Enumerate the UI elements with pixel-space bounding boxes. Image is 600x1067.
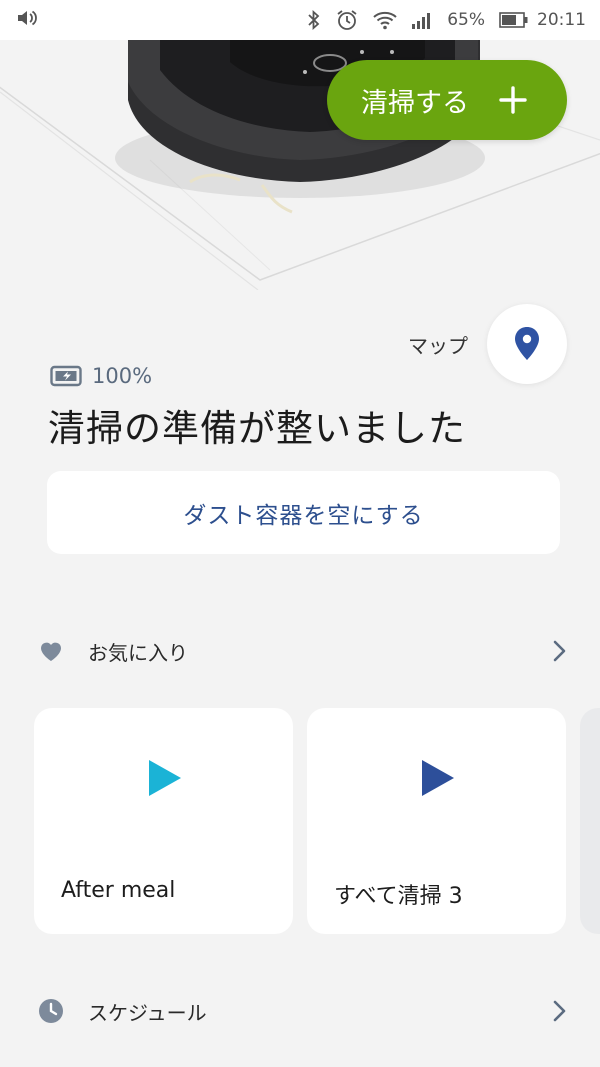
clean-button[interactable]: 清掃する	[327, 60, 567, 140]
play-icon-shape	[149, 760, 181, 796]
volume-icon	[16, 8, 38, 33]
robot-battery-level: 100%	[92, 364, 153, 388]
chevron-right-icon	[553, 640, 566, 662]
favorites-label: お気に入り	[88, 640, 188, 665]
bluetooth-icon	[307, 10, 321, 30]
clock: 20:11	[537, 10, 586, 30]
favorite-card-label: すべて清掃 3	[334, 884, 463, 909]
battery-charging-icon	[50, 365, 82, 387]
empty-bin-button[interactable]: ダスト容器を空にする	[47, 471, 560, 554]
schedule-header[interactable]: スケジュール	[0, 986, 600, 1036]
clean-button-label: 清掃する	[361, 87, 469, 119]
plus-icon	[499, 86, 527, 114]
play-icon	[149, 760, 181, 796]
status-bar: 65% 20:11	[0, 0, 600, 40]
alarm-icon	[335, 9, 359, 31]
chevron-right-icon	[553, 1000, 566, 1022]
map-pin-icon	[515, 327, 539, 360]
wifi-icon	[373, 10, 397, 30]
play-icon	[422, 760, 454, 796]
map-label: マップ	[408, 334, 468, 358]
heart-icon	[38, 638, 64, 664]
schedule-label: スケジュール	[88, 1000, 207, 1025]
battery-percentage: 65%	[447, 10, 485, 30]
home-screen: 65% 20:11 清掃する マップ 100% 清掃の準備が整いました ダスト容…	[0, 0, 600, 1067]
clock-icon	[38, 998, 64, 1024]
play-icon-shape	[422, 760, 454, 796]
battery-icon	[499, 11, 529, 29]
robot-status-title: 清掃の準備が整いました	[48, 407, 466, 450]
robot-battery-status: 100%	[50, 364, 152, 388]
map-button[interactable]	[487, 304, 567, 384]
favorite-card-next-peek[interactable]	[580, 708, 600, 934]
favorites-header[interactable]: お気に入り	[0, 626, 600, 676]
signal-icon	[411, 10, 433, 30]
favorite-card-label: After meal	[61, 878, 176, 903]
favorite-card-clean-all[interactable]: すべて清掃 3	[307, 708, 566, 934]
favorite-card-after-meal[interactable]: After meal	[34, 708, 293, 934]
